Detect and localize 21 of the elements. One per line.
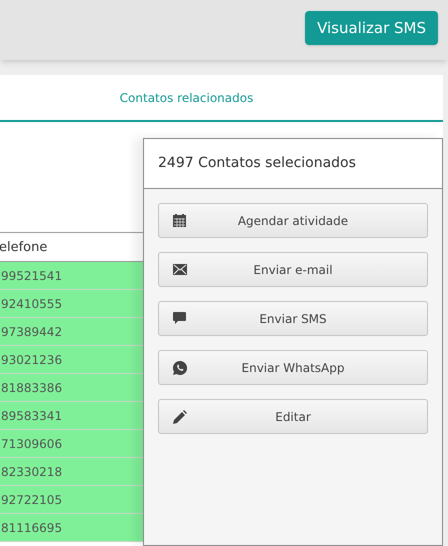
action-button[interactable]: Editar (158, 399, 428, 434)
table-cell: 82330218 (0, 458, 143, 486)
table-cell: 81883386 (0, 374, 143, 402)
envelope-icon (173, 264, 187, 275)
action-button[interactable]: Enviar WhatsApp (158, 350, 428, 385)
speech-bubble-icon (173, 312, 186, 325)
action-button[interactable]: Enviar e-mail (158, 252, 428, 287)
table-cell: 92722105 (0, 486, 143, 514)
action-button[interactable]: Enviar SMS (158, 301, 428, 336)
table-cell: 97389442 (0, 318, 143, 346)
table-cell: 93021236 (0, 346, 143, 374)
whatsapp-icon (173, 360, 187, 374)
table-cell: 71309606 (0, 430, 143, 458)
pencil-icon (173, 410, 187, 424)
panel-title: 2497 Contatos selecionados (144, 139, 442, 189)
table-cell: 99521541 (0, 262, 143, 290)
table-cell: 89583341 (0, 402, 143, 430)
table-cell: 92410555 (0, 290, 143, 318)
table-cell: 81116695 (0, 514, 143, 542)
calendar-icon (173, 214, 186, 227)
action-button[interactable]: Agendar atividade (158, 203, 428, 238)
